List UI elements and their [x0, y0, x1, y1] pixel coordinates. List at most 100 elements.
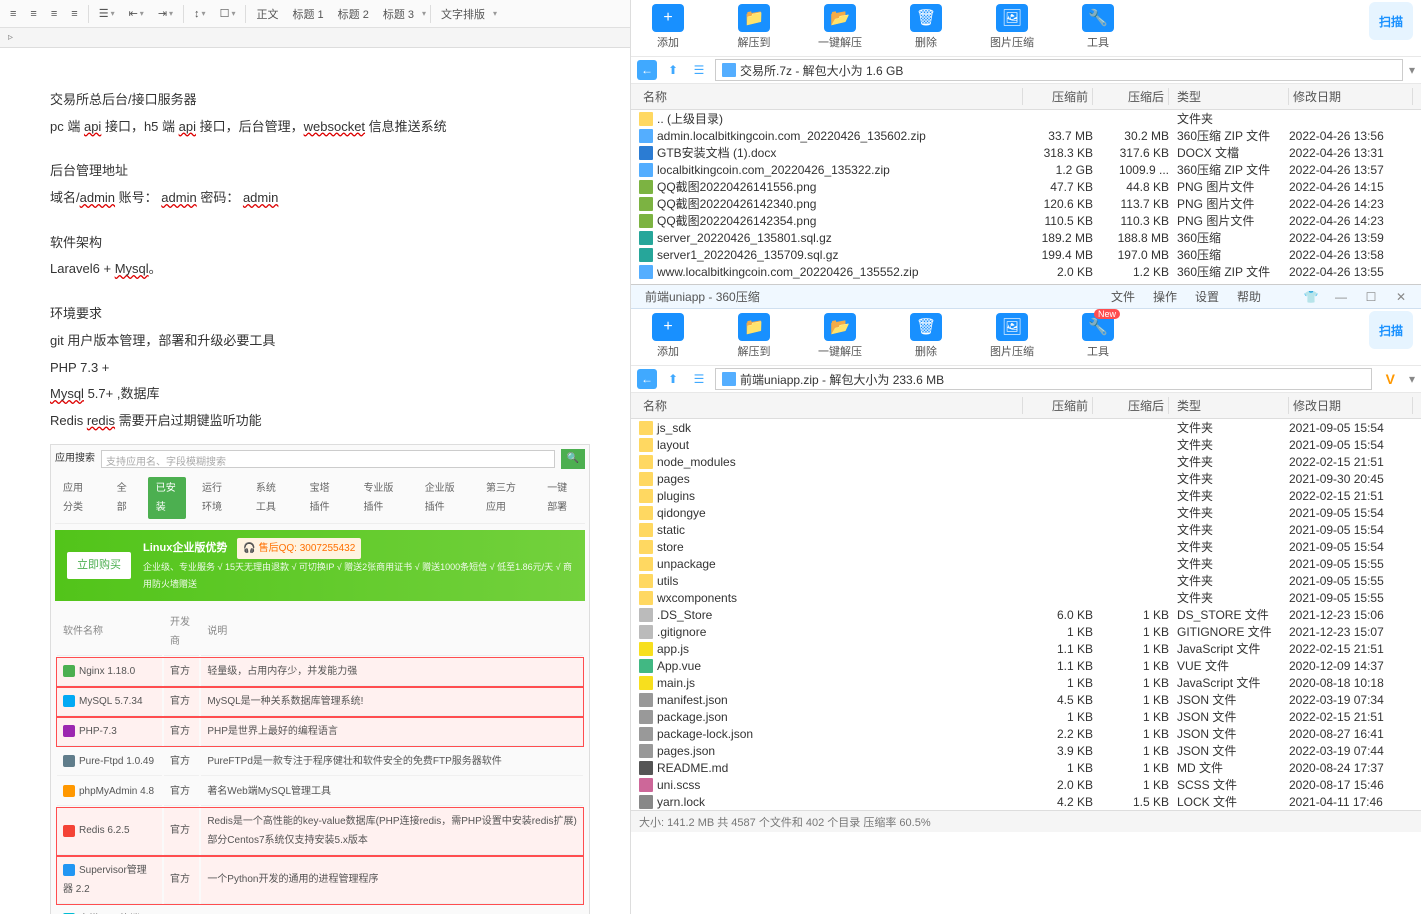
outdent-btn[interactable]: ⇥▾ [152, 5, 179, 22]
file-row[interactable]: package-lock.json2.2 KB1 KBJSON 文件2020-0… [631, 725, 1421, 742]
back-button[interactable]: ← [637, 60, 657, 80]
style-h1[interactable]: 标题 1 [286, 4, 329, 24]
up-button[interactable]: ⬆ [663, 60, 683, 80]
toolbar-图片压缩[interactable]: 🖼图片压缩 [985, 313, 1039, 359]
file-row[interactable]: package.json1 KB1 KBJSON 文件2022-02-15 21… [631, 708, 1421, 725]
search-input: 支持应用名、字段模糊搜索 [101, 450, 555, 468]
indent-btn[interactable]: ⇤▾ [123, 5, 150, 22]
col-after[interactable]: 压缩后 [1093, 88, 1169, 105]
file-row[interactable]: QQ截图20220426142354.png110.5 KB110.3 KBPN… [631, 212, 1421, 229]
toolbar-删除[interactable]: 🗑删除 [899, 313, 953, 359]
align-right-btn[interactable]: ≡ [45, 6, 63, 22]
align-center-btn[interactable]: ≡ [24, 6, 42, 22]
scan-button[interactable]: 扫描 [1369, 2, 1413, 40]
file-row[interactable]: store文件夹2021-09-05 15:54 [631, 538, 1421, 555]
archive-window-2: 前端uniapp - 360压缩 文件 操作 设置 帮助 👕 — ☐ ✕ +添加… [631, 284, 1421, 832]
line-height-btn[interactable]: ↕▾ [188, 6, 212, 22]
file-row[interactable]: .. (上级目录)文件夹 [631, 110, 1421, 127]
file-row[interactable]: app.js1.1 KB1 KBJavaScript 文件2022-02-15 … [631, 640, 1421, 657]
toolbar-解压到[interactable]: 📁解压到 [727, 313, 781, 359]
scan-button[interactable]: 扫描 [1369, 311, 1413, 349]
style-normal[interactable]: 正文 [250, 4, 284, 24]
provider-badge[interactable]: V [1378, 371, 1403, 387]
file-row[interactable]: manifest.json4.5 KB1 KBJSON 文件2022-03-19… [631, 691, 1421, 708]
file-row[interactable]: node_modules文件夹2022-02-15 21:51 [631, 453, 1421, 470]
toolbar-一键解压[interactable]: 📂一键解压 [813, 4, 867, 50]
file-row[interactable]: www.localbitkingcoin.com_20220426_135552… [631, 263, 1421, 280]
arc2-pathbar: ← ⬆ ☰ 前端uniapp.zip - 解包大小为 233.6 MB V ▾ [631, 365, 1421, 393]
file-row[interactable]: README.md1 KB1 KBMD 文件2020-08-24 17:37 [631, 759, 1421, 776]
menu-settings[interactable]: 设置 [1189, 288, 1225, 305]
arc2-filelist: js_sdk文件夹2021-09-05 15:54layout文件夹2021-0… [631, 419, 1421, 810]
menu-op[interactable]: 操作 [1147, 288, 1183, 305]
toolbar-工具[interactable]: 🔧工具 [1071, 4, 1125, 50]
text-layout-btn[interactable]: 文字排版 [435, 4, 491, 24]
file-row[interactable]: .DS_Store6.0 KB1 KBDS_STORE 文件2021-12-23… [631, 606, 1421, 623]
file-row[interactable]: server_20220426_135801.sql.gz189.2 MB188… [631, 229, 1421, 246]
col-after[interactable]: 压缩后 [1093, 397, 1169, 414]
col-name[interactable]: 名称 [639, 88, 1023, 105]
maximize-button[interactable]: ☐ [1359, 290, 1383, 304]
file-row[interactable]: qidongye文件夹2021-09-05 15:54 [631, 504, 1421, 521]
skin-icon[interactable]: 👕 [1299, 290, 1323, 304]
list-view-icon[interactable]: ☰ [689, 369, 709, 389]
file-row[interactable]: static文件夹2021-09-05 15:54 [631, 521, 1421, 538]
col-before[interactable]: 压缩前 [1023, 397, 1093, 414]
minimize-button[interactable]: — [1329, 290, 1353, 304]
document-body[interactable]: 交易所总后台/接口服务器 pc 端 api 接口，h5 端 api 接口，后台管… [0, 48, 630, 914]
nav-item: 已安装 [148, 477, 186, 519]
address-bar[interactable]: 前端uniapp.zip - 解包大小为 233.6 MB [715, 368, 1372, 390]
toolbar-解压到[interactable]: 📁解压到 [727, 4, 781, 50]
file-row[interactable]: js_sdk文件夹2021-09-05 15:54 [631, 419, 1421, 436]
align-left-btn[interactable]: ≡ [4, 6, 22, 22]
file-row[interactable]: plugins文件夹2022-02-15 21:51 [631, 487, 1421, 504]
file-row[interactable]: App.vue1.1 KB1 KBVUE 文件2020-12-09 14:37 [631, 657, 1421, 674]
col-name[interactable]: 名称 [639, 397, 1023, 414]
arc2-toolbar: +添加 📁解压到 📂一键解压 🗑删除 🖼图片压缩 🔧New工具 扫描 [631, 309, 1421, 365]
file-row[interactable]: QQ截图20220426141556.png47.7 KB44.8 KBPNG … [631, 178, 1421, 195]
col-type[interactable]: 类型 [1169, 397, 1289, 414]
list-view-icon[interactable]: ☰ [689, 60, 709, 80]
toolbar-工具[interactable]: 🔧New工具 [1071, 313, 1125, 359]
col-type[interactable]: 类型 [1169, 88, 1289, 105]
up-button[interactable]: ⬆ [663, 369, 683, 389]
list-btn[interactable]: ☰▾ [93, 5, 121, 22]
toolbar-删除[interactable]: 🗑删除 [899, 4, 953, 50]
toolbar-添加[interactable]: +添加 [641, 313, 695, 359]
toolbar-图片压缩[interactable]: 🖼图片压缩 [985, 4, 1039, 50]
file-row[interactable]: wxcomponents文件夹2021-09-05 15:55 [631, 589, 1421, 606]
file-row[interactable]: layout文件夹2021-09-05 15:54 [631, 436, 1421, 453]
col-date[interactable]: 修改日期 [1289, 397, 1413, 414]
toolbar-添加[interactable]: +添加 [641, 4, 695, 50]
env-redis: Redis redis 需要开启过期键监听功能 [50, 409, 580, 434]
nav-item: 专业版插件 [355, 477, 408, 519]
file-row[interactable]: pages.json3.9 KB1 KBJSON 文件2022-03-19 07… [631, 742, 1421, 759]
address-bar[interactable]: 交易所.7z - 解包大小为 1.6 GB [715, 59, 1403, 81]
menu-file[interactable]: 文件 [1105, 288, 1141, 305]
col-date[interactable]: 修改日期 [1289, 88, 1413, 105]
file-row[interactable]: uni.scss2.0 KB1 KBSCSS 文件2020-08-17 15:4… [631, 776, 1421, 793]
wps-tab[interactable]: ▹ [0, 32, 21, 43]
software-table: 软件名称开发商说明 Nginx 1.18.0官方轻量级，占用内存少，并发能力强M… [55, 607, 585, 914]
style-h2[interactable]: 标题 2 [332, 4, 375, 24]
close-button[interactable]: ✕ [1389, 290, 1413, 304]
file-row[interactable]: yarn.lock4.2 KB1.5 KBLOCK 文件2021-04-11 1… [631, 793, 1421, 810]
file-row[interactable]: pages文件夹2021-09-30 20:45 [631, 470, 1421, 487]
file-row[interactable]: admin.localbitkingcoin.com_20220426_1356… [631, 127, 1421, 144]
file-row[interactable]: utils文件夹2021-09-05 15:55 [631, 572, 1421, 589]
style-h3[interactable]: 标题 3 [377, 4, 420, 24]
file-row[interactable]: GTB安装文档 (1).docx318.3 KB317.6 KBDOCX 文檔2… [631, 144, 1421, 161]
file-row[interactable]: unpackage文件夹2021-09-05 15:55 [631, 555, 1421, 572]
col-before[interactable]: 压缩前 [1023, 88, 1093, 105]
nav-item: 应用分类 [55, 477, 101, 519]
file-row[interactable]: server1_20220426_135709.sql.gz199.4 MB19… [631, 246, 1421, 263]
align-justify-btn[interactable]: ≡ [65, 6, 83, 22]
file-row[interactable]: localbitkingcoin.com_20220426_135322.zip… [631, 161, 1421, 178]
toolbar-一键解压[interactable]: 📂一键解压 [813, 313, 867, 359]
file-row[interactable]: main.js1 KB1 KBJavaScript 文件2020-08-18 1… [631, 674, 1421, 691]
file-row[interactable]: .gitignore1 KB1 KBGITIGNORE 文件2021-12-23… [631, 623, 1421, 640]
border-btn[interactable]: ☐▾ [214, 5, 242, 22]
back-button[interactable]: ← [637, 369, 657, 389]
file-row[interactable]: QQ截图20220426142340.png120.6 KB113.7 KBPN… [631, 195, 1421, 212]
menu-help[interactable]: 帮助 [1231, 288, 1267, 305]
